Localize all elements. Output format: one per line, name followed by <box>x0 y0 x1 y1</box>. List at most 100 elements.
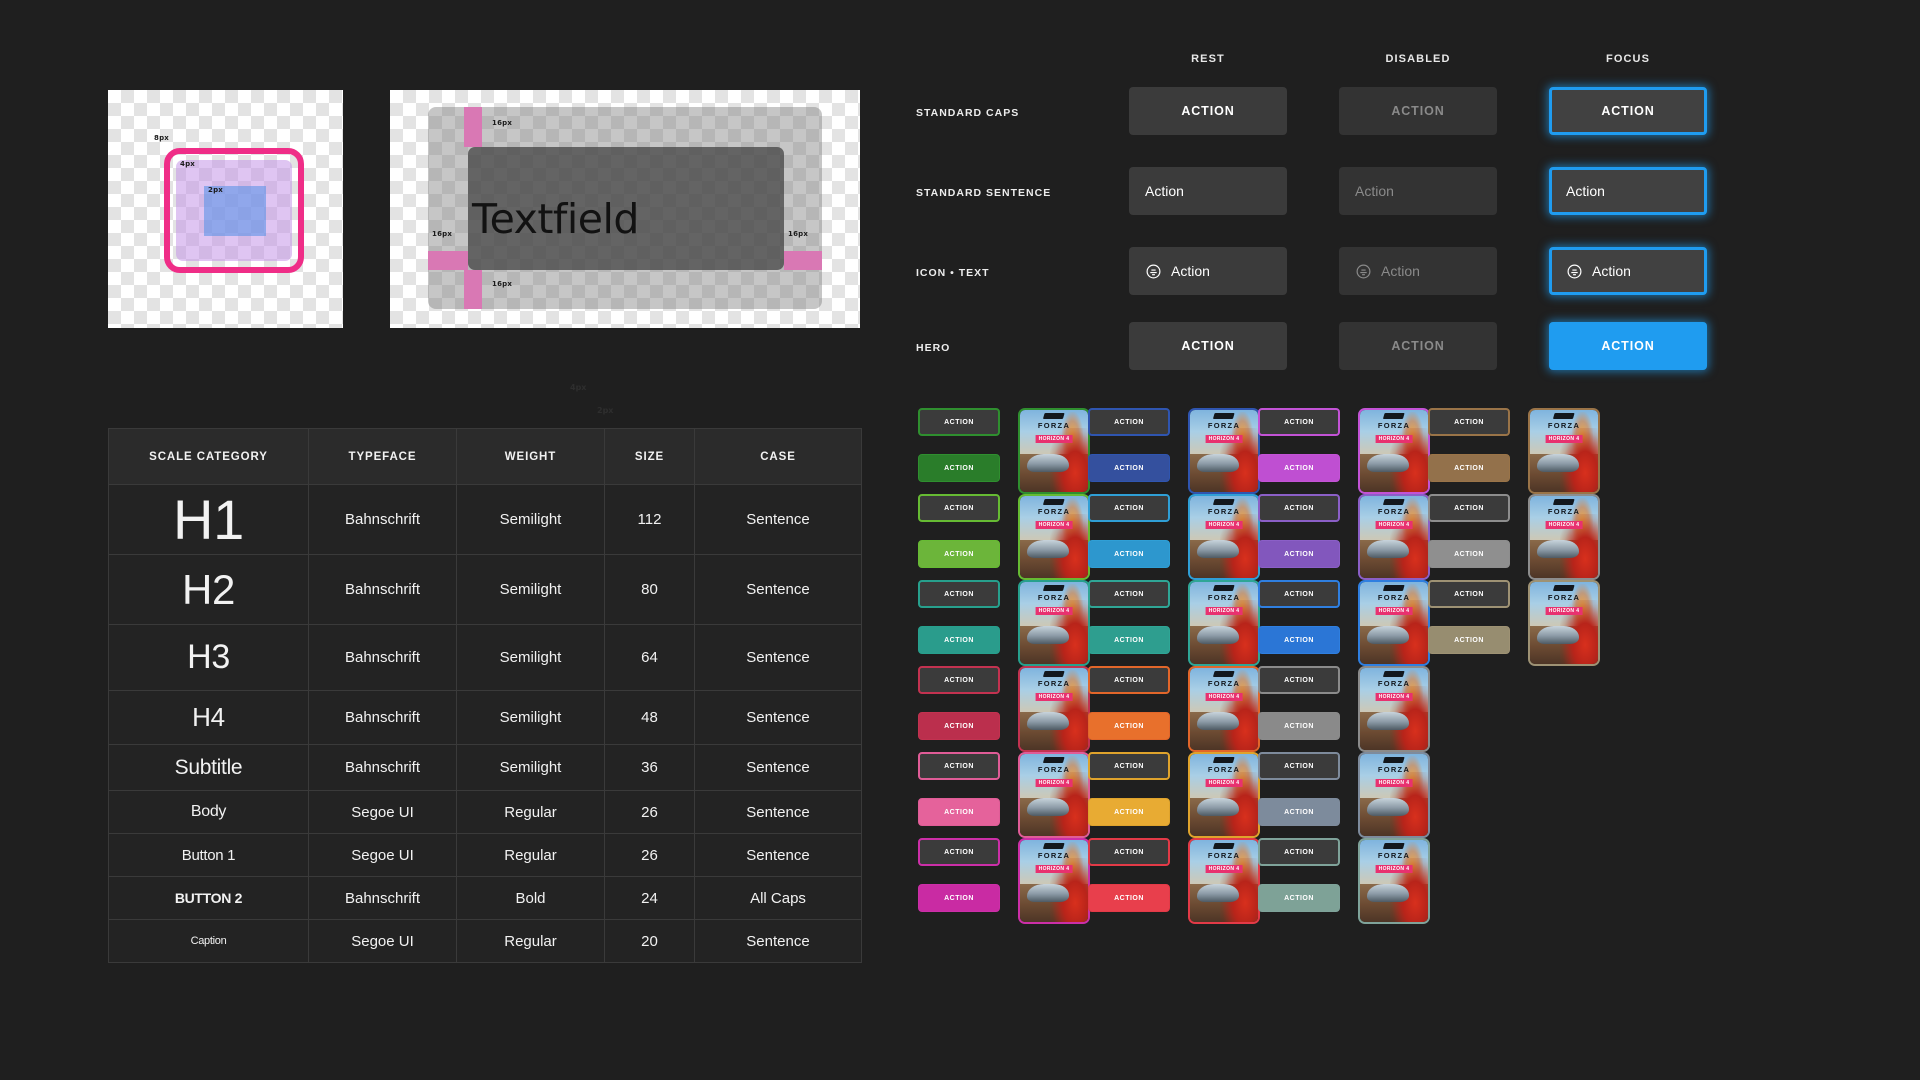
swatch-filled-button-sage[interactable]: ACTION <box>1258 884 1340 912</box>
tile-subtitle: HORIZON 4 <box>1035 864 1073 873</box>
swatch-outline-button-gray[interactable]: ACTION <box>1428 494 1510 522</box>
button-hero-focus[interactable]: ACTION <box>1549 322 1707 370</box>
forza-horizon-4-tile-steel[interactable]: FORZA HORIZON 4 <box>1358 752 1430 838</box>
button-standard-caps-focus[interactable]: ACTION <box>1549 87 1707 135</box>
swatch-buttons: ACTION ACTION <box>1088 408 1170 494</box>
tile-wing-logo-icon <box>1552 499 1576 505</box>
badge-icon <box>1145 263 1162 280</box>
forza-horizon-4-tile-crimson[interactable]: FORZA HORIZON 4 <box>1018 666 1090 752</box>
swatch-filled-button-red[interactable]: ACTION <box>1088 884 1170 912</box>
swatch-outline-button-steel[interactable]: ACTION <box>1258 752 1340 780</box>
forza-horizon-4-tile-pink[interactable]: FORZA HORIZON 4 <box>1018 752 1090 838</box>
forza-horizon-4-tile-orchid[interactable]: FORZA HORIZON 4 <box>1358 408 1430 494</box>
swatch-outline-button-crimson[interactable]: ACTION <box>918 666 1000 694</box>
swatch-filled-button-brown[interactable]: ACTION <box>1428 454 1510 482</box>
forza-horizon-4-tile-magenta[interactable]: FORZA HORIZON 4 <box>1018 838 1090 924</box>
button-label: ACTION <box>1181 104 1235 118</box>
swatch-filled-button-green[interactable]: ACTION <box>918 454 1000 482</box>
forza-horizon-4-tile-slate[interactable]: FORZA HORIZON 4 <box>1358 666 1430 752</box>
matrix-row-label: STANDARD CAPS <box>916 107 1020 119</box>
button-hero-rest[interactable]: ACTION <box>1129 322 1287 370</box>
swatch-outline-button-magenta[interactable]: ACTION <box>918 838 1000 866</box>
swatch-filled-button-gray[interactable]: ACTION <box>1428 540 1510 568</box>
swatch-filled-button-violet[interactable]: ACTION <box>1258 540 1340 568</box>
swatch-filled-button-khaki[interactable]: ACTION <box>1428 626 1510 654</box>
swatch-filled-button-magenta[interactable]: ACTION <box>918 884 1000 912</box>
swatch-group-orange: ACTION ACTION FORZA HORIZON 4 <box>1088 666 1284 752</box>
tile-subtitle: HORIZON 4 <box>1545 520 1583 529</box>
table-cell-typeface: Bahnschrift <box>308 554 457 625</box>
button-standard-caps-rest[interactable]: ACTION <box>1129 87 1287 135</box>
forza-horizon-4-tile-green[interactable]: FORZA HORIZON 4 <box>1018 408 1090 494</box>
forza-horizon-4-tile-blue[interactable]: FORZA HORIZON 4 <box>1358 580 1430 666</box>
swatch-group-seafoam: ACTION ACTION FORZA HORIZON 4 <box>1088 580 1284 666</box>
swatch-outline-button-blue[interactable]: ACTION <box>1258 580 1340 608</box>
swatch-buttons: ACTION ACTION <box>918 408 1000 494</box>
forza-horizon-4-tile-azure[interactable]: FORZA HORIZON 4 <box>1188 494 1260 580</box>
swatch-outline-button-azure[interactable]: ACTION <box>1088 494 1170 522</box>
swatch-filled-button-lime[interactable]: ACTION <box>918 540 1000 568</box>
forza-horizon-4-tile-sage[interactable]: FORZA HORIZON 4 <box>1358 838 1430 924</box>
swatch-outline-button-slate[interactable]: ACTION <box>1258 666 1340 694</box>
forza-horizon-4-tile-red[interactable]: FORZA HORIZON 4 <box>1188 838 1260 924</box>
forza-horizon-4-tile-teal[interactable]: FORZA HORIZON 4 <box>1018 580 1090 666</box>
textfield-label-left: 16px <box>432 230 453 238</box>
swatch-filled-button-seafoam[interactable]: ACTION <box>1088 626 1170 654</box>
swatch-group-violet: ACTION ACTION FORZA HORIZON 4 <box>1258 494 1454 580</box>
swatch-outline-button-orchid[interactable]: ACTION <box>1258 408 1340 436</box>
forza-horizon-4-tile-lime[interactable]: FORZA HORIZON 4 <box>1018 494 1090 580</box>
table-cell-weight: Regular <box>456 919 605 963</box>
swatch-filled-button-pink[interactable]: ACTION <box>918 798 1000 826</box>
swatch-filled-button-indigo[interactable]: ACTION <box>1088 454 1170 482</box>
forza-horizon-4-tile-orange[interactable]: FORZA HORIZON 4 <box>1188 666 1260 752</box>
forza-horizon-4-tile-amber[interactable]: FORZA HORIZON 4 <box>1188 752 1260 838</box>
swatch-filled-button-slate[interactable]: ACTION <box>1258 712 1340 740</box>
tile-title: FORZA <box>1037 506 1071 516</box>
swatch-filled-button-orange[interactable]: ACTION <box>1088 712 1170 740</box>
forza-horizon-4-tile-indigo[interactable]: FORZA HORIZON 4 <box>1188 408 1260 494</box>
right-column: REST DISABLED FOCUS STANDARD CAPS ACTION A… <box>900 0 1920 1080</box>
swatch-filled-button-teal[interactable]: ACTION <box>918 626 1000 654</box>
swatch-outline-button-khaki[interactable]: ACTION <box>1428 580 1510 608</box>
swatch-outline-button-brown[interactable]: ACTION <box>1428 408 1510 436</box>
button-icon-text-focus[interactable]: Action <box>1549 247 1707 295</box>
swatch-filled-button-amber[interactable]: ACTION <box>1088 798 1170 826</box>
button-standard-sentence-rest[interactable]: Action <box>1129 167 1287 215</box>
swatch-outline-button-red[interactable]: ACTION <box>1088 838 1170 866</box>
table-column-header-4: CASE <box>694 428 862 485</box>
swatch-outline-button-sage[interactable]: ACTION <box>1258 838 1340 866</box>
tile-car <box>1366 798 1409 817</box>
swatch-outline-button-amber[interactable]: ACTION <box>1088 752 1170 780</box>
swatch-outline-button-pink[interactable]: ACTION <box>918 752 1000 780</box>
swatch-filled-button-blue[interactable]: ACTION <box>1258 626 1340 654</box>
tile-title: FORZA <box>1377 678 1411 688</box>
swatch-outline-button-lime[interactable]: ACTION <box>918 494 1000 522</box>
swatch-outline-button-violet[interactable]: ACTION <box>1258 494 1340 522</box>
swatch-buttons: ACTION ACTION <box>1258 494 1340 580</box>
table-cell-case: Sentence <box>694 554 862 625</box>
stray-label-two: 2px <box>597 406 614 415</box>
forza-horizon-4-tile-seafoam[interactable]: FORZA HORIZON 4 <box>1188 580 1260 666</box>
forza-horizon-4-tile-violet[interactable]: FORZA HORIZON 4 <box>1358 494 1430 580</box>
tile-car <box>1026 454 1069 473</box>
table-column-header-0: SCALE CATEGORY <box>108 428 309 485</box>
forza-horizon-4-tile-khaki[interactable]: FORZA HORIZON 4 <box>1528 580 1600 666</box>
swatch-outline-button-teal[interactable]: ACTION <box>918 580 1000 608</box>
button-icon-text-rest[interactable]: Action <box>1129 247 1287 295</box>
swatch-outline-button-seafoam[interactable]: ACTION <box>1088 580 1170 608</box>
forza-horizon-4-tile-gray[interactable]: FORZA HORIZON 4 <box>1528 494 1600 580</box>
swatch-outline-button-green[interactable]: ACTION <box>918 408 1000 436</box>
corner-spacing-diagram: 8px 4px 2px <box>108 90 343 328</box>
swatch-filled-button-steel[interactable]: ACTION <box>1258 798 1340 826</box>
swatch-outline-button-orange[interactable]: ACTION <box>1088 666 1170 694</box>
forza-horizon-4-tile-brown[interactable]: FORZA HORIZON 4 <box>1528 408 1600 494</box>
table-cell-scale-category: Body <box>108 790 309 834</box>
button-standard-sentence-focus[interactable]: Action <box>1549 167 1707 215</box>
swatch-filled-button-azure[interactable]: ACTION <box>1088 540 1170 568</box>
tile-title: FORZA <box>1377 850 1411 860</box>
tile-wing-logo-icon <box>1552 413 1576 419</box>
tile-title: FORZA <box>1377 420 1411 430</box>
swatch-filled-button-crimson[interactable]: ACTION <box>918 712 1000 740</box>
swatch-outline-button-indigo[interactable]: ACTION <box>1088 408 1170 436</box>
swatch-filled-button-orchid[interactable]: ACTION <box>1258 454 1340 482</box>
